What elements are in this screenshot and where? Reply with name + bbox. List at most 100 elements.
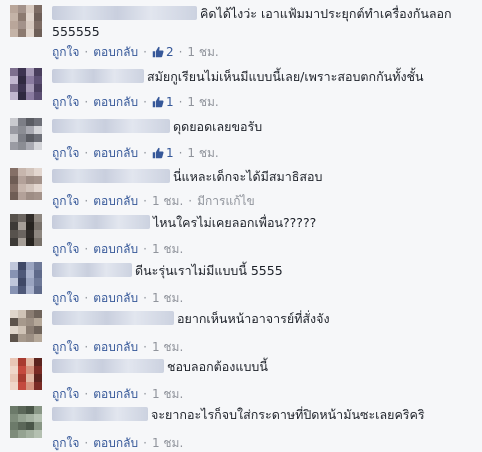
comment-text: สมัยกูเรียนไม่เห็นมีแบบนี้เลย/เพราะสอบตก…	[147, 69, 424, 84]
separator: ·	[84, 95, 89, 109]
timestamp[interactable]: 1 ชม.	[187, 45, 218, 59]
timestamp[interactable]: 1 ชม.	[152, 340, 183, 354]
comment-bubble: อยากเห็นหน้าอาจารย์ที่สั่งจัง	[52, 310, 476, 328]
separator: ·	[84, 146, 89, 160]
separator: ·	[84, 436, 89, 450]
like-link[interactable]: ถูกใจ	[52, 340, 79, 354]
comment-actions: ถูกใจ · ตอบกลับ · 1 ชม. · มีการแก้ไข	[52, 193, 255, 209]
separator: ·	[188, 194, 193, 208]
like-count[interactable]: 1	[166, 146, 174, 160]
avatar[interactable]	[10, 262, 42, 294]
reply-link[interactable]: ตอบกลับ	[93, 387, 138, 401]
author-name-blurred[interactable]	[52, 215, 150, 229]
separator: ·	[84, 45, 89, 59]
like-link[interactable]: ถูกใจ	[52, 146, 79, 160]
comment-actions: ถูกใจ · ตอบกลับ · 1 ชม.	[52, 339, 183, 355]
avatar[interactable]	[10, 68, 42, 100]
like-link[interactable]: ถูกใจ	[52, 194, 79, 208]
comment-text: อยากเห็นหน้าอาจารย์ที่สั่งจัง	[177, 311, 330, 326]
separator: ·	[84, 242, 89, 256]
reply-link[interactable]: ตอบกลับ	[93, 146, 138, 160]
comment-bubble: ดุดยอดเลยขอรับ	[52, 118, 476, 136]
comment-text: ดุดยอดเลยขอรับ	[173, 119, 263, 134]
timestamp[interactable]: 1 ชม.	[152, 242, 183, 256]
like-link[interactable]: ถูกใจ	[52, 387, 79, 401]
separator: ·	[143, 45, 147, 59]
reply-link[interactable]: ตอบกลับ	[93, 340, 138, 354]
avatar[interactable]	[10, 168, 42, 200]
author-name-blurred[interactable]	[52, 69, 144, 83]
separator: ·	[143, 95, 147, 109]
separator: ·	[143, 146, 147, 160]
comment-actions: ถูกใจ · ตอบกลับ · 1 ชม.	[52, 241, 183, 257]
comment-text: จะยากอะไรก็จบใส่กระดาษที่ปิดหน้ามันซะเลย…	[151, 407, 425, 422]
comment-text: ชอบลอกต้องแบบนี้	[167, 359, 268, 374]
avatar[interactable]	[10, 310, 42, 342]
like-link[interactable]: ถูกใจ	[52, 291, 79, 305]
separator: ·	[143, 194, 147, 208]
separator: ·	[84, 387, 89, 401]
reply-link[interactable]: ตอบกลับ	[93, 194, 138, 208]
separator: ·	[178, 95, 183, 109]
reply-link[interactable]: ตอบกลับ	[93, 45, 138, 59]
author-name-blurred[interactable]	[52, 119, 170, 133]
like-count[interactable]: 2	[166, 45, 174, 59]
separator: ·	[84, 340, 89, 354]
thumbs-up-icon	[152, 147, 164, 159]
avatar[interactable]	[10, 406, 42, 438]
comment-bubble: จะยากอะไรก็จบใส่กระดาษที่ปิดหน้ามันซะเลย…	[52, 406, 476, 424]
comment-actions: ถูกใจ · ตอบกลับ · 1 ชม.	[52, 386, 183, 402]
comment-bubble: ดีนะรุ่นเราไม่มีแบบนี้ 5555	[52, 262, 476, 280]
separator: ·	[178, 146, 183, 160]
comment-bubble: นี่แหละเด็กจะได้มีสมาธิสอบ	[52, 168, 476, 186]
comment-actions: ถูกใจ · ตอบกลับ · 1 · 1 ชม.	[52, 145, 219, 161]
reply-link[interactable]: ตอบกลับ	[93, 436, 138, 450]
separator: ·	[84, 291, 89, 305]
avatar[interactable]	[10, 5, 42, 37]
avatar[interactable]	[10, 214, 42, 246]
timestamp[interactable]: 1 ชม.	[187, 146, 218, 160]
avatar[interactable]	[10, 358, 42, 390]
separator: ·	[178, 45, 183, 59]
reply-link[interactable]: ตอบกลับ	[93, 291, 138, 305]
author-name-blurred[interactable]	[52, 311, 174, 325]
comment-actions: ถูกใจ · ตอบกลับ · 1 ชม.	[52, 290, 183, 306]
comment-text: ดีนะรุ่นเราไม่มีแบบนี้ 5555	[135, 263, 283, 278]
comment-text: ไหนใครไม่เคยลอกเพื่อน?????	[153, 215, 317, 230]
comment-text: นี่แหละเด็กจะได้มีสมาธิสอบ	[173, 169, 323, 184]
author-name-blurred[interactable]	[52, 263, 132, 277]
timestamp[interactable]: 1 ชม.	[152, 436, 183, 450]
separator: ·	[143, 340, 147, 354]
comment-bubble: สมัยกูเรียนไม่เห็นมีแบบนี้เลย/เพราะสอบตก…	[52, 68, 476, 86]
comment-bubble: คิดได้ไงว่ะ เอาแฟ้มมาประยุกต์ทำเครื่องกั…	[52, 5, 476, 41]
author-name-blurred[interactable]	[52, 407, 148, 421]
timestamp[interactable]: 1 ชม.	[152, 387, 183, 401]
separator: ·	[84, 194, 89, 208]
separator: ·	[143, 387, 147, 401]
separator: ·	[143, 291, 147, 305]
avatar[interactable]	[10, 118, 42, 150]
edited-label[interactable]: มีการแก้ไข	[197, 194, 255, 208]
reply-link[interactable]: ตอบกลับ	[93, 95, 138, 109]
separator: ·	[143, 436, 147, 450]
timestamp[interactable]: 1 ชม.	[152, 291, 183, 305]
author-name-blurred[interactable]	[52, 6, 197, 20]
comment-bubble: ไหนใครไม่เคยลอกเพื่อน?????	[52, 214, 476, 232]
timestamp[interactable]: 1 ชม.	[152, 194, 183, 208]
like-link[interactable]: ถูกใจ	[52, 242, 79, 256]
thumbs-up-icon	[152, 46, 164, 58]
comment-actions: ถูกใจ · ตอบกลับ · 2 · 1 ชม.	[52, 44, 219, 60]
like-count[interactable]: 1	[166, 95, 174, 109]
like-link[interactable]: ถูกใจ	[52, 95, 79, 109]
like-link[interactable]: ถูกใจ	[52, 436, 79, 450]
comment-thread: คิดได้ไงว่ะ เอาแฟ้มมาประยุกต์ทำเครื่องกั…	[0, 0, 482, 452]
author-name-blurred[interactable]	[52, 359, 164, 373]
comment-actions: ถูกใจ · ตอบกลับ · 1 ชม.	[52, 435, 183, 451]
author-name-blurred[interactable]	[52, 169, 170, 183]
reply-link[interactable]: ตอบกลับ	[93, 242, 138, 256]
comment-actions: ถูกใจ · ตอบกลับ · 1 · 1 ชม.	[52, 94, 219, 110]
timestamp[interactable]: 1 ชม.	[187, 95, 218, 109]
separator: ·	[143, 242, 147, 256]
comment-bubble: ชอบลอกต้องแบบนี้	[52, 358, 476, 376]
like-link[interactable]: ถูกใจ	[52, 45, 79, 59]
